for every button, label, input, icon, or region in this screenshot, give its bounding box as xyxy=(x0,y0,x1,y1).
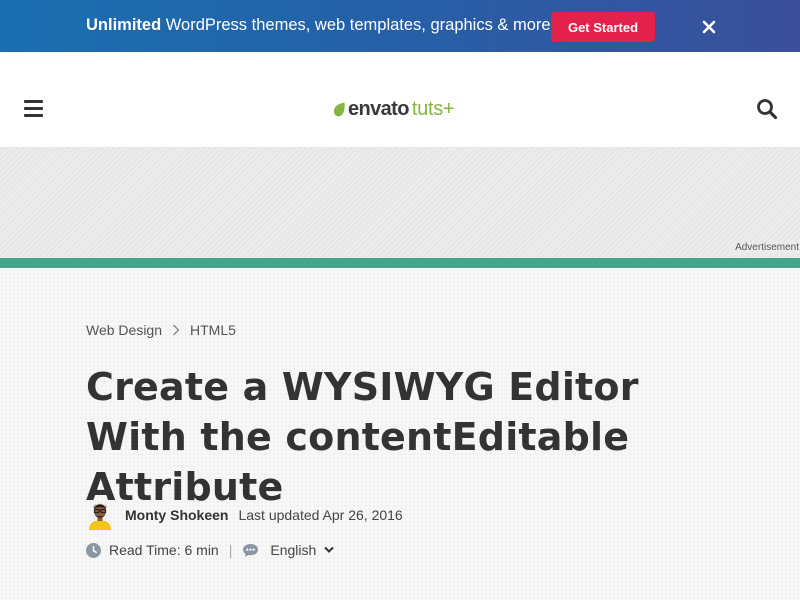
get-started-button[interactable]: Get Started xyxy=(551,12,655,42)
chat-icon xyxy=(243,543,259,557)
read-time: Read Time: 6 min xyxy=(109,542,219,558)
chevron-down-icon xyxy=(324,546,334,553)
search-icon[interactable] xyxy=(756,98,778,120)
logo-envato-text: envato xyxy=(348,97,409,120)
author-name[interactable]: Monty Shokeen xyxy=(125,507,228,523)
meta-separator: | xyxy=(228,542,233,558)
promo-highlight: Unlimited xyxy=(86,16,162,34)
hamburger-menu-icon[interactable] xyxy=(24,100,44,118)
language-label: English xyxy=(270,542,317,558)
advertisement-area: Advertisement xyxy=(0,148,800,258)
avatar[interactable] xyxy=(86,500,114,530)
article-header: Web Design HTML5 Create a WYSIWYG Editor… xyxy=(0,268,800,600)
author-row: Monty Shokeen Last updated Apr 26, 2016 xyxy=(86,500,403,530)
promo-banner: Unlimited WordPress themes, web template… xyxy=(0,0,800,52)
advertisement-label: Advertisement xyxy=(734,242,800,253)
clock-icon xyxy=(86,542,101,558)
envato-leaf-icon xyxy=(333,102,345,116)
last-updated: Last updated Apr 26, 2016 xyxy=(238,507,403,523)
page-title: Create a WYSIWYG Editor With the content… xyxy=(86,365,639,509)
envato-tuts-logo[interactable]: envato tuts+ xyxy=(333,97,455,121)
close-icon[interactable] xyxy=(700,18,718,36)
article-meta: Read Time: 6 min | English xyxy=(86,540,334,560)
promo-message: WordPress themes, web templates, graphic… xyxy=(161,16,556,34)
promo-text: Unlimited WordPress themes, web template… xyxy=(86,16,555,35)
breadcrumb-web-design[interactable]: Web Design xyxy=(86,322,162,338)
breadcrumb-html5[interactable]: HTML5 xyxy=(190,322,236,338)
breadcrumb: Web Design HTML5 xyxy=(86,322,236,338)
accent-bar xyxy=(0,258,800,268)
chevron-right-icon xyxy=(173,324,180,336)
language-selector[interactable]: English xyxy=(270,542,334,558)
logo-tuts-text: tuts+ xyxy=(411,97,455,120)
site-header: envato tuts+ xyxy=(0,52,800,148)
